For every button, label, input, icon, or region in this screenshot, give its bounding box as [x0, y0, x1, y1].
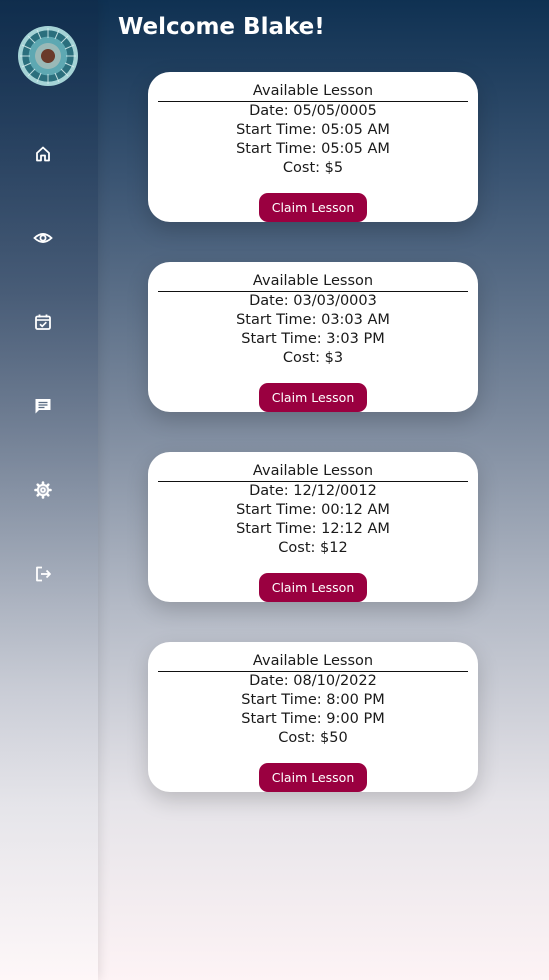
claim-lesson-button[interactable]: Claim Lesson: [259, 193, 367, 222]
lesson-cost: Cost: $3: [282, 350, 344, 366]
lesson-heading: Available Lesson: [158, 463, 468, 482]
lesson-start-time: Start Time: 8:00 PM: [241, 692, 385, 708]
lesson-cost: Cost: $50: [278, 730, 348, 746]
lesson-cost: Cost: $5: [282, 160, 344, 176]
claim-lesson-button[interactable]: Claim Lesson: [259, 763, 367, 792]
lesson-heading: Available Lesson: [158, 653, 468, 672]
lesson-card: Available Lesson Date: 03/03/0003 Start …: [148, 262, 478, 412]
claim-lesson-button[interactable]: Claim Lesson: [259, 573, 367, 602]
lesson-start-time: Start Time: 3:03 PM: [241, 331, 385, 347]
lesson-date: Date: 08/10/2022: [249, 673, 377, 689]
lesson-start-time: Start Time: 00:12 AM: [236, 502, 390, 518]
lesson-date: Date: 05/05/0005: [249, 103, 377, 119]
sidebar: [0, 0, 98, 980]
lesson-date: Date: 12/12/0012: [249, 483, 377, 499]
page-title: Welcome Blake!: [118, 14, 325, 40]
lesson-start-time: Start Time: 9:00 PM: [241, 711, 385, 727]
lesson-card: Available Lesson Date: 12/12/0012 Start …: [148, 452, 478, 602]
lesson-heading: Available Lesson: [158, 83, 468, 102]
lesson-start-time: Start Time: 05:05 AM: [236, 122, 390, 138]
lesson-cost: Cost: $12: [278, 540, 348, 556]
calendar-check-icon[interactable]: [33, 312, 53, 332]
eye-icon[interactable]: [33, 228, 53, 248]
chat-icon[interactable]: [33, 396, 53, 416]
lesson-start-time: Start Time: 03:03 AM: [236, 312, 390, 328]
logout-icon[interactable]: [33, 564, 53, 584]
lesson-card: Available Lesson Date: 08/10/2022 Start …: [148, 642, 478, 792]
avatar[interactable]: [18, 26, 78, 86]
lesson-card: Available Lesson Date: 05/05/0005 Start …: [148, 72, 478, 222]
lesson-heading: Available Lesson: [158, 273, 468, 292]
lesson-date: Date: 03/03/0003: [249, 293, 377, 309]
avatar-spikes: [20, 28, 76, 84]
home-icon[interactable]: [33, 144, 53, 164]
gear-icon[interactable]: [33, 480, 53, 500]
lesson-start-time: Start Time: 12:12 AM: [236, 521, 390, 537]
lesson-start-time: Start Time: 05:05 AM: [236, 141, 390, 157]
claim-lesson-button[interactable]: Claim Lesson: [259, 383, 367, 412]
